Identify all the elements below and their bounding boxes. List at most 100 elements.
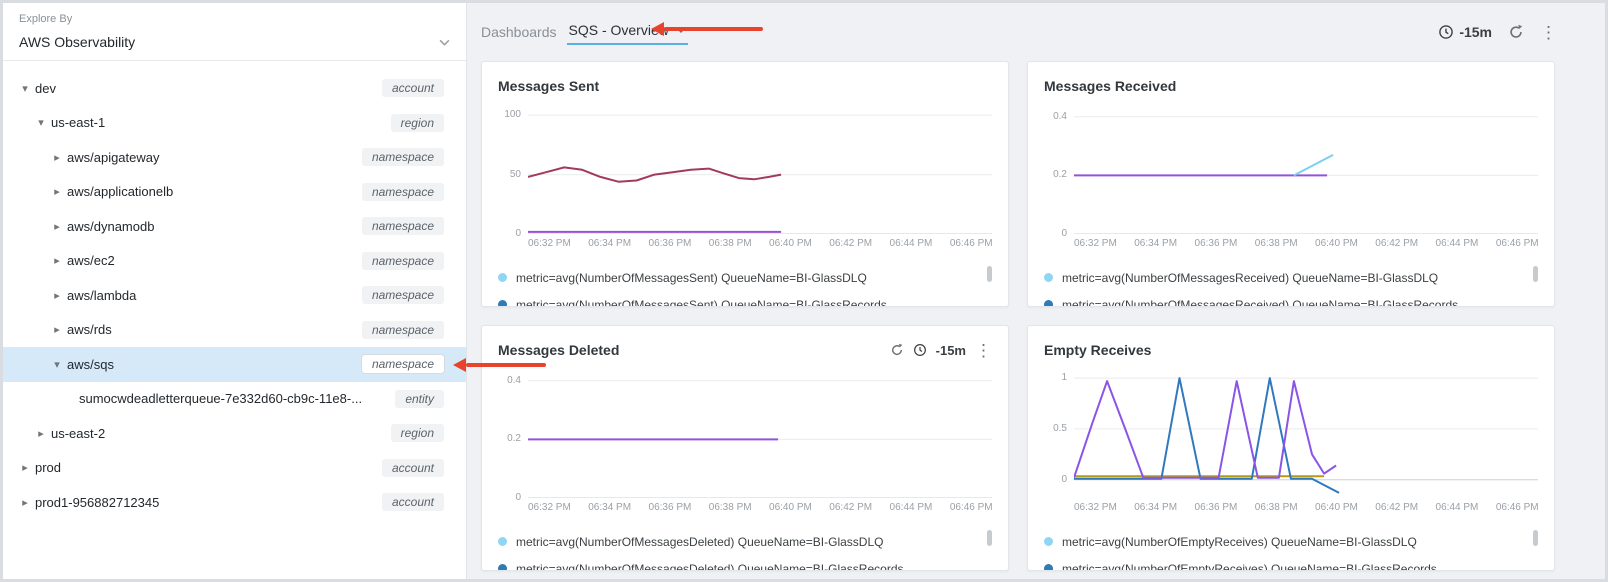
chevron-down-icon [439, 39, 450, 46]
legend-label: metric=avg(NumberOfMessagesDeleted) Queu… [516, 562, 904, 572]
node-type-badge: entity [395, 390, 444, 408]
x-tick-label: 06:32 PM [528, 238, 571, 249]
legend-item[interactable]: metric=avg(NumberOfEmptyReceives) QueueN… [1044, 555, 1524, 571]
node-type-badge: namespace [362, 148, 444, 166]
dashboard-title: SQS - Overview [569, 22, 669, 38]
chart-plot[interactable] [528, 372, 992, 498]
x-tick-label: 06:44 PM [890, 238, 933, 249]
chevron-down-icon [676, 27, 686, 33]
legend-label: metric=avg(NumberOfMessagesSent) QueueNa… [516, 271, 867, 285]
node-type-badge: namespace [362, 183, 444, 201]
tree-node-label: us-east-2 [51, 426, 383, 441]
tree-node-aws-applicationelb[interactable]: ▸aws/applicationelbnamespace [3, 175, 466, 210]
tree-node-aws-rds[interactable]: ▸aws/rdsnamespace [3, 313, 466, 348]
legend-item[interactable]: metric=avg(NumberOfEmptyReceives) QueueN… [1044, 528, 1524, 555]
y-tick-label: 0 [1061, 474, 1067, 485]
tree-node-aws-sqs[interactable]: ▾aws/sqsnamespace [3, 347, 466, 382]
legend-scrollbar-thumb[interactable] [987, 266, 992, 282]
chevron-expanded-icon[interactable]: ▾ [33, 116, 49, 129]
tree-node-sumocwdeadletterqueue-7e332d60-cb9c-11e8[interactable]: sumocwdeadletterqueue-7e332d60-cb9c-11e8… [3, 382, 466, 417]
tree-node-us-east-2[interactable]: ▸us-east-2 region [3, 416, 466, 451]
chevron-collapsed-icon[interactable]: ▸ [17, 496, 33, 509]
y-tick-label: 0.5 [1053, 423, 1067, 434]
legend-label: metric=avg(NumberOfEmptyReceives) QueueN… [1062, 535, 1417, 549]
legend-item[interactable]: metric=avg(NumberOfMessagesReceived) Que… [1044, 264, 1524, 291]
x-tick-label: 06:42 PM [829, 238, 872, 249]
panel-kebab-icon[interactable]: ⋮ [975, 342, 992, 359]
chevron-collapsed-icon[interactable]: ▸ [49, 323, 65, 336]
legend-scrollbar-thumb[interactable] [1533, 530, 1538, 546]
kebab-menu-icon[interactable]: ⋮ [1540, 24, 1557, 41]
tree-node-dev[interactable]: ▾devaccount [3, 71, 466, 106]
legend-item[interactable]: metric=avg(NumberOfMessagesSent) QueueNa… [498, 264, 978, 291]
node-type-badge: namespace [362, 252, 444, 270]
chevron-expanded-icon[interactable]: ▾ [17, 82, 33, 95]
legend-dot [1044, 537, 1053, 546]
tree-node-label: aws/sqs [67, 357, 354, 372]
chevron-collapsed-icon[interactable]: ▸ [49, 185, 65, 198]
chevron-collapsed-icon[interactable]: ▸ [33, 427, 49, 440]
legend-item[interactable]: metric=avg(NumberOfMessagesDeleted) Queu… [498, 555, 978, 571]
tree-node-aws-lambda[interactable]: ▸aws/lambdanamespace [3, 278, 466, 313]
dashboard-panel: Empty Receives 00.51 06:32 PM06:34 PM06:… [1027, 325, 1555, 571]
chevron-expanded-icon[interactable]: ▾ [49, 358, 65, 371]
node-type-badge: region [391, 114, 444, 132]
y-tick-label: 0 [1061, 228, 1067, 239]
x-tick-label: 06:34 PM [588, 238, 631, 249]
legend: metric=avg(NumberOfMessagesReceived) Que… [1044, 264, 1538, 307]
x-tick-label: 06:38 PM [709, 238, 752, 249]
node-type-badge: account [382, 79, 444, 97]
x-tick-label: 06:36 PM [1195, 502, 1238, 513]
chevron-collapsed-icon[interactable]: ▸ [49, 289, 65, 302]
legend-label: metric=avg(NumberOfMessagesReceived) Que… [1062, 271, 1438, 285]
app-window: Explore By AWS Observability ▾devaccount… [0, 0, 1608, 582]
x-tick-label: 06:34 PM [1134, 502, 1177, 513]
tree-node-prod[interactable]: ▸prodaccount [3, 451, 466, 486]
chevron-collapsed-icon[interactable]: ▸ [49, 254, 65, 267]
dashboard-header: Dashboards SQS - Overview -15m ⋮ [467, 3, 1605, 61]
panel-header: Messages Sent [498, 74, 992, 98]
chart-plot[interactable] [1074, 108, 1538, 234]
tree-node-aws-dynamodb[interactable]: ▸aws/dynamodbnamespace [3, 209, 466, 244]
node-type-badge: namespace [362, 217, 444, 235]
time-range-control[interactable]: -15m [1438, 24, 1492, 40]
legend-item[interactable]: metric=avg(NumberOfMessagesSent) QueueNa… [498, 291, 978, 307]
panel-title: Messages Deleted [498, 342, 619, 358]
tree-node-label: aws/rds [67, 322, 354, 337]
legend-scrollbar-thumb[interactable] [1533, 266, 1538, 282]
legend-item[interactable]: metric=avg(NumberOfMessagesReceived) Que… [1044, 291, 1524, 307]
legend-dot [1044, 273, 1053, 282]
clock-icon[interactable] [913, 343, 927, 357]
node-type-badge: region [391, 424, 444, 442]
tree-node-aws-ec2[interactable]: ▸aws/ec2namespace [3, 244, 466, 279]
y-axis: 00.20.4 [498, 372, 528, 498]
legend-scrollbar-thumb[interactable] [987, 530, 992, 546]
tree-node-aws-apigateway[interactable]: ▸aws/apigatewaynamespace [3, 140, 466, 175]
legend: metric=avg(NumberOfMessagesDeleted) Queu… [498, 528, 992, 571]
chart-plot[interactable] [528, 108, 992, 234]
refresh-icon[interactable] [1508, 24, 1524, 40]
x-tick-label: 06:40 PM [769, 238, 812, 249]
panel-header: Empty Receives [1044, 338, 1538, 362]
tree-node-prod1-956882712345[interactable]: ▸prod1-956882712345account [3, 485, 466, 520]
y-tick-label: 1 [1061, 372, 1067, 383]
x-tick-label: 06:36 PM [649, 502, 692, 513]
tree-node-label: prod [35, 460, 374, 475]
explore-by-select[interactable]: AWS Observability [19, 34, 450, 50]
legend-label: metric=avg(NumberOfEmptyReceives) QueueN… [1062, 562, 1437, 572]
chart-plot[interactable] [1074, 372, 1538, 498]
dashboard-selector[interactable]: SQS - Overview [567, 20, 688, 45]
panel-time-range[interactable]: -15m [936, 343, 966, 358]
legend-item[interactable]: metric=avg(NumberOfMessagesDeleted) Queu… [498, 528, 978, 555]
refresh-icon[interactable] [890, 343, 904, 357]
chevron-collapsed-icon[interactable]: ▸ [49, 151, 65, 164]
chevron-collapsed-icon[interactable]: ▸ [17, 461, 33, 474]
y-tick-label: 0.4 [1053, 111, 1067, 122]
legend: metric=avg(NumberOfMessagesSent) QueueNa… [498, 264, 992, 307]
y-tick-label: 0 [515, 228, 521, 239]
tree-node-us-east-1[interactable]: ▾us-east-1region [3, 106, 466, 141]
legend-dot [498, 273, 507, 282]
x-axis: 06:32 PM06:34 PM06:36 PM06:38 PM06:40 PM… [528, 502, 992, 516]
chevron-collapsed-icon[interactable]: ▸ [49, 220, 65, 233]
legend: metric=avg(NumberOfEmptyReceives) QueueN… [1044, 528, 1538, 571]
